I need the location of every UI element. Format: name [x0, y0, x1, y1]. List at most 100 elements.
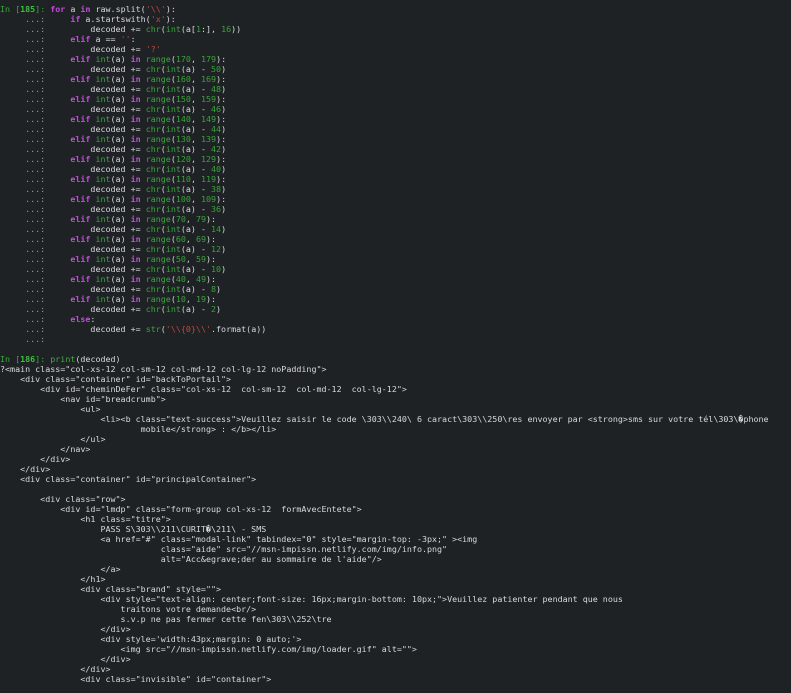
code-token: int	[165, 304, 181, 314]
code-token: range	[145, 94, 171, 104]
code-token: range	[145, 74, 171, 84]
terminal-line: ...: elif int(a) in range(10, 19):	[0, 294, 791, 304]
code-token: <div class="container" id="backToPortail…	[0, 374, 232, 384]
code-token: in	[130, 214, 141, 224]
code-token: <a href="#" class="modal-link" tabindex=…	[0, 534, 478, 544]
code-token: int	[95, 214, 111, 224]
continuation-prompt: ...:	[0, 214, 51, 224]
terminal-line: class="aide" src="//msn-impissn.netlify.…	[0, 544, 791, 554]
code-token: elif	[70, 54, 91, 64]
code-token: decoded +=	[50, 184, 146, 194]
code-token: <div class="invisible" id="container">	[0, 674, 272, 684]
code-token: chr	[145, 204, 161, 214]
code-token: ):	[216, 134, 227, 144]
code-token: (a) -	[180, 224, 212, 234]
code-token: )	[221, 144, 227, 154]
code-token: ,	[190, 74, 201, 84]
code-token: </div>	[0, 464, 51, 474]
terminal-line: ...: decoded += chr(int(a) - 10)	[0, 264, 791, 274]
code-token: )	[221, 244, 227, 254]
terminal-line: alt="Acc&egrave;der au sommaire de l'aid…	[0, 554, 791, 564]
code-token: )	[221, 164, 227, 174]
continuation-prompt: ...:	[0, 84, 51, 94]
code-token: 'x'	[150, 14, 166, 24]
code-token: ):	[206, 294, 217, 304]
code-token: ):	[206, 214, 217, 224]
code-token: range	[145, 54, 171, 64]
code-token: ?<main class="col-xs-12 col-sm-12 col-md…	[0, 364, 327, 374]
code-token: chr	[145, 244, 161, 254]
code-token: elif	[70, 154, 91, 164]
code-token: (a)	[110, 54, 131, 64]
continuation-prompt: ...:	[0, 274, 51, 284]
continuation-prompt: ...:	[0, 94, 51, 104]
code-token: )	[221, 84, 227, 94]
code-token: ):	[206, 234, 217, 244]
code-token: decoded +=	[50, 144, 146, 154]
code-token: 50	[175, 254, 186, 264]
code-token: ))	[231, 24, 242, 34]
code-token: int	[165, 84, 181, 94]
code-token: (a)	[110, 294, 131, 304]
code-token: (a) -	[180, 284, 212, 294]
continuation-prompt: ...:	[0, 44, 51, 54]
code-token: int	[165, 224, 181, 234]
terminal-line: </div>	[0, 654, 791, 664]
code-token: 16	[221, 24, 232, 34]
code-token: alt="Acc&egrave;der au sommaire de l'aid…	[0, 554, 382, 564]
code-token: </h1>	[0, 574, 106, 584]
code-token: (a)	[110, 214, 131, 224]
code-token: range	[145, 194, 171, 204]
code-token: 170	[175, 54, 191, 64]
code-token: range	[145, 254, 171, 264]
code-token: 40	[175, 274, 186, 284]
continuation-prompt: ...:	[0, 284, 51, 294]
code-token: 140	[175, 114, 191, 124]
code-token: 10	[175, 294, 186, 304]
code-token: </div>	[0, 664, 111, 674]
code-token: int	[165, 244, 181, 254]
code-token: int	[95, 54, 111, 64]
code-token: ,	[185, 274, 196, 284]
code-token: int	[165, 104, 181, 114]
code-token: 179	[200, 54, 217, 64]
terminal-line: <li><b class="text-success">Veuillez sai…	[0, 414, 791, 424]
code-token: elif	[70, 94, 91, 104]
terminal-line: ...: elif a == '':	[0, 34, 791, 44]
code-token: in	[130, 294, 141, 304]
code-token: class="aide" src="//msn-impissn.netlify.…	[0, 544, 448, 554]
continuation-prompt: ...:	[0, 24, 51, 34]
code-token: int	[95, 154, 111, 164]
continuation-prompt: ...:	[0, 294, 51, 304]
code-token: raw.split(	[90, 4, 146, 14]
terminal-line: </div>	[0, 624, 791, 634]
code-token: <ul>	[0, 404, 101, 414]
code-token: <div class="brand" style="">	[0, 584, 222, 594]
code-token: elif	[70, 114, 91, 124]
code-token: decoded +=	[50, 324, 146, 334]
terminal-line: ...: decoded += chr(int(a) - 50)	[0, 64, 791, 74]
code-token: int	[165, 284, 181, 294]
code-token: 149	[200, 114, 217, 124]
code-token: ''	[120, 34, 131, 44]
code-token: mobile</strong> : </b></li>	[0, 424, 277, 434]
code-token: else	[70, 314, 91, 324]
terminal-line: ...: elif int(a) in range(100, 109):	[0, 194, 791, 204]
code-token: elif	[70, 194, 91, 204]
continuation-prompt: ...:	[0, 154, 51, 164]
code-token: chr	[145, 84, 161, 94]
code-token: (a) -	[180, 264, 212, 274]
terminal-line: <img src="//msn-impissn.netlify.com/img/…	[0, 644, 791, 654]
code-token: </div>	[0, 624, 131, 634]
code-token: <div class="row">	[0, 494, 126, 504]
continuation-prompt: ...:	[0, 304, 51, 314]
terminal-line: ...: elif int(a) in range(160, 169):	[0, 74, 791, 84]
